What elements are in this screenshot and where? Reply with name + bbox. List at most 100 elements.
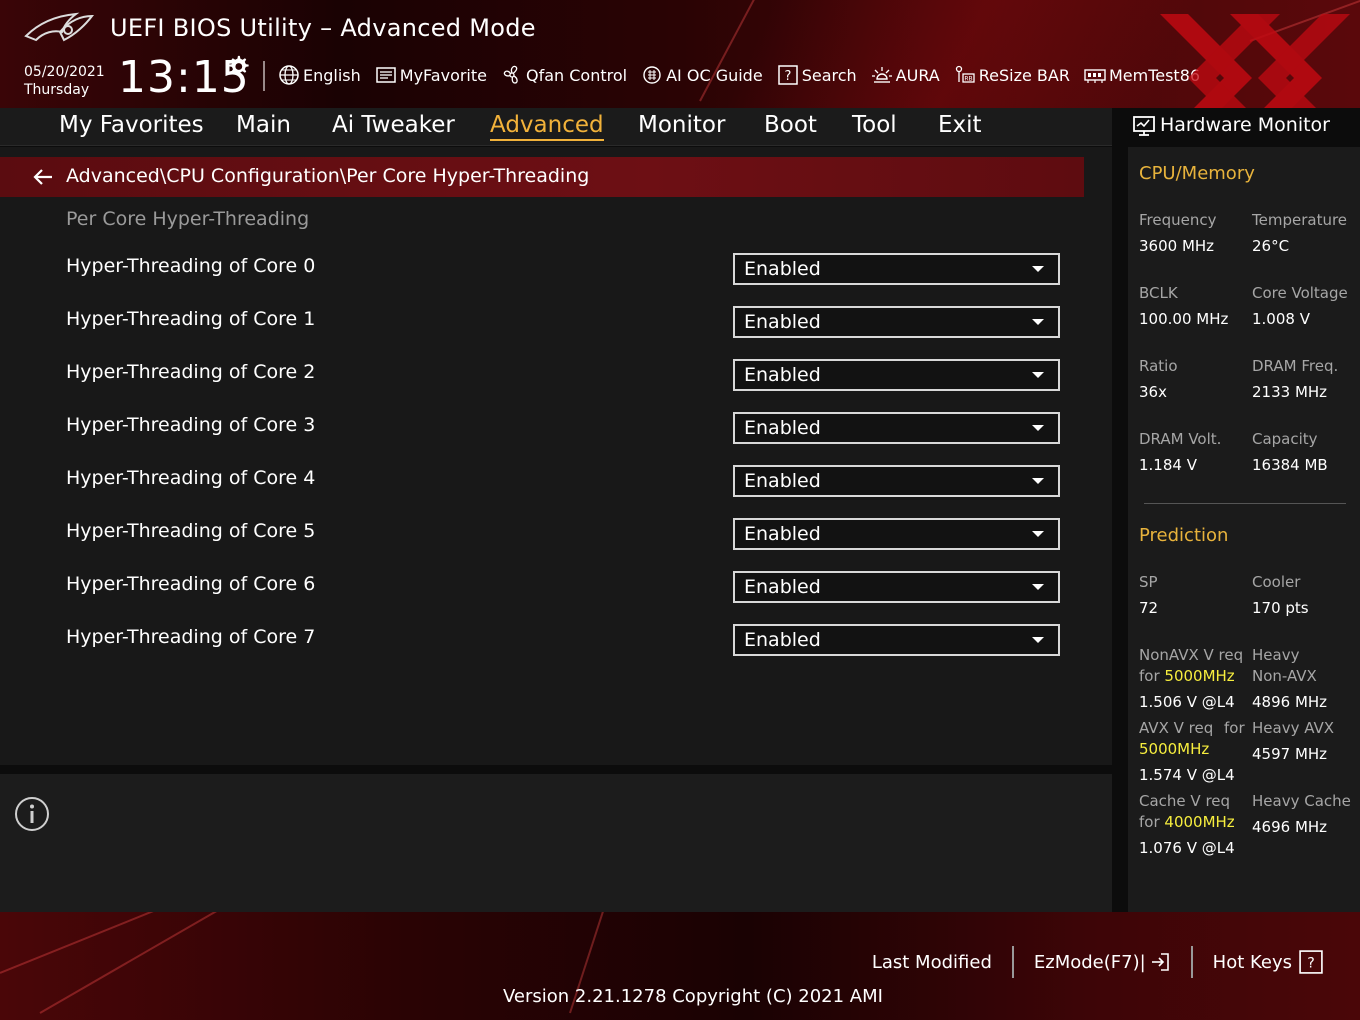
globe-icon: [279, 65, 299, 85]
svg-text:?: ?: [784, 69, 791, 84]
heavy-nonavx-label-2: Non-AVX: [1252, 667, 1317, 685]
memory-icon: [1084, 69, 1106, 83]
dropdown-value: Enabled: [744, 576, 821, 598]
toolbar-resize-bar[interactable]: RB ReSize BAR: [954, 64, 1070, 86]
breadcrumb-path: Advanced\CPU Configuration\Per Core Hype…: [66, 165, 590, 187]
ht-core-5-dropdown[interactable]: Enabled: [733, 518, 1060, 550]
tab-exit[interactable]: Exit: [938, 112, 982, 138]
setting-label: Hyper-Threading of Core 4: [66, 467, 316, 489]
sp-label: SP: [1139, 573, 1158, 591]
ht-core-6-dropdown[interactable]: Enabled: [733, 571, 1060, 603]
frequency-label: Frequency: [1139, 211, 1217, 229]
setting-row-core-7: Hyper-Threading of Core 7 Enabled: [0, 619, 1112, 659]
caret-down-icon: [1032, 425, 1044, 431]
setting-label: Hyper-Threading of Core 7: [66, 626, 316, 648]
tab-ai-tweaker[interactable]: Ai Tweaker: [332, 112, 455, 138]
back-arrow-icon[interactable]: [32, 167, 54, 187]
ratio-label: Ratio: [1139, 357, 1178, 375]
setting-label: Hyper-Threading of Core 6: [66, 573, 316, 595]
caret-down-icon: [1032, 319, 1044, 325]
ezmode-button[interactable]: EzMode(F7)|: [1011, 946, 1191, 978]
toolbar-english[interactable]: English: [278, 64, 361, 86]
dram-freq-label: DRAM Freq.: [1252, 357, 1339, 375]
heavy-nonavx-label: Heavy: [1252, 646, 1300, 664]
tab-boot[interactable]: Boot: [764, 112, 817, 138]
avx-target-freq: 5000MHz: [1139, 740, 1210, 758]
dram-volt-value: 1.184 V: [1139, 456, 1197, 474]
core-voltage-value: 1.008 V: [1252, 310, 1310, 328]
last-modified-button[interactable]: Last Modified: [852, 946, 1012, 978]
hot-keys-label: Hot Keys: [1212, 951, 1292, 973]
tab-advanced[interactable]: Advanced: [490, 112, 604, 141]
day-display: Thursday: [24, 82, 90, 98]
decorative-streak: [0, 912, 168, 974]
toolbar-myfavorite[interactable]: MyFavorite: [375, 64, 487, 86]
ht-core-4-dropdown[interactable]: Enabled: [733, 465, 1060, 497]
nonavx-req-freq-line: for 5000MHz: [1139, 667, 1235, 685]
capacity-label: Capacity: [1252, 430, 1318, 448]
tab-my-favorites[interactable]: My Favorites: [59, 112, 204, 138]
gear-icon[interactable]: [226, 54, 250, 78]
monitor-icon: [1133, 116, 1155, 136]
dropdown-value: Enabled: [744, 258, 821, 280]
ht-core-7-dropdown[interactable]: Enabled: [733, 624, 1060, 656]
exit-to-ezmode-icon: [1151, 953, 1169, 971]
setting-row-core-5: Hyper-Threading of Core 5 Enabled: [0, 513, 1112, 553]
section-title: Per Core Hyper-Threading: [66, 208, 310, 230]
capacity-value: 16384 MB: [1252, 456, 1328, 474]
ezmode-label: EzMode(F7)|: [1033, 951, 1146, 973]
toolbar-search[interactable]: ? Search: [777, 64, 857, 86]
nonavx-target-freq: 5000MHz: [1164, 667, 1235, 685]
for-prefix: for: [1139, 813, 1165, 831]
decorative-streak: [39, 912, 266, 1014]
toolbar-aura-label: AURA: [895, 65, 940, 85]
toolbar-search-label: Search: [801, 65, 857, 85]
nonavx-req-label: NonAVX V req: [1139, 646, 1244, 664]
caret-down-icon: [1032, 478, 1044, 484]
avx-req-for: for: [1224, 719, 1245, 737]
sp-value: 72: [1139, 599, 1159, 617]
ht-core-3-dropdown[interactable]: Enabled: [733, 412, 1060, 444]
setting-label: Hyper-Threading of Core 1: [66, 308, 316, 330]
ht-core-1-dropdown[interactable]: Enabled: [733, 306, 1060, 338]
svg-text:?: ?: [1307, 955, 1315, 971]
cache-target-freq: 4000MHz: [1164, 813, 1235, 831]
breadcrumb: Advanced\CPU Configuration\Per Core Hype…: [0, 157, 1084, 197]
toolbar-resize-bar-label: ReSize BAR: [978, 65, 1070, 85]
dropdown-value: Enabled: [744, 629, 821, 651]
resize-bar-icon: RB: [955, 65, 975, 83]
avx-req-label: AVX V req: [1139, 719, 1214, 737]
core-voltage-label: Core Voltage: [1252, 284, 1348, 302]
help-info-panel: [0, 774, 1112, 912]
ht-core-2-dropdown[interactable]: Enabled: [733, 359, 1060, 391]
question-icon: ?: [1299, 950, 1323, 974]
hardware-monitor-title: Hardware Monitor: [1160, 114, 1330, 136]
cache-req-label: Cache V req: [1139, 792, 1231, 810]
tab-tool[interactable]: Tool: [852, 112, 897, 138]
toolbar-english-label: English: [303, 65, 361, 85]
bclk-label: BCLK: [1139, 284, 1178, 302]
hot-keys-button[interactable]: Hot Keys ?: [1190, 946, 1344, 978]
for-prefix: for: [1139, 667, 1165, 685]
setting-row-core-1: Hyper-Threading of Core 1 Enabled: [0, 301, 1112, 341]
dropdown-value: Enabled: [744, 470, 821, 492]
dropdown-value: Enabled: [744, 417, 821, 439]
toolbar-aura[interactable]: AURA: [871, 64, 940, 86]
toolbar-ai-oc-label: AI OC Guide: [666, 65, 763, 85]
ht-core-0-dropdown[interactable]: Enabled: [733, 253, 1060, 285]
toolbar-qfan-control[interactable]: Qfan Control: [501, 64, 627, 86]
hardware-monitor-header: Hardware Monitor: [1120, 108, 1360, 146]
ai-chip-icon: [643, 66, 661, 84]
version-text: Version 2.21.1278 Copyright (C) 2021 AMI: [503, 986, 883, 1007]
dropdown-value: Enabled: [744, 311, 821, 333]
tab-monitor[interactable]: Monitor: [638, 112, 725, 138]
dram-freq-value: 2133 MHz: [1252, 383, 1328, 401]
toolbar-ai-oc-guide[interactable]: AI OC Guide: [641, 64, 763, 86]
hardware-monitor-panel: CPU/Memory Frequency Temperature 3600 MH…: [1120, 147, 1360, 912]
toolbar-myfavorite-label: MyFavorite: [399, 65, 487, 85]
tab-main[interactable]: Main: [236, 112, 291, 138]
header-bar: UEFI BIOS Utility – Advanced Mode 05/20/…: [0, 0, 1360, 108]
cache-req-freq-line: for 4000MHz: [1139, 813, 1235, 831]
watermark-logo: [1160, 14, 1350, 108]
heavy-avx-value: 4597 MHz: [1252, 745, 1328, 763]
